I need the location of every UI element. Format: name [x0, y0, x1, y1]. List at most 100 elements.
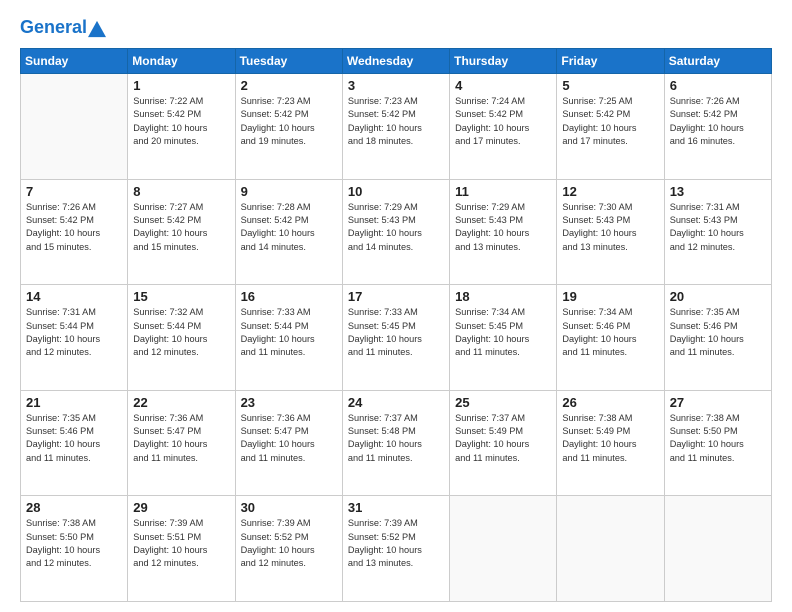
calendar-cell: [664, 496, 771, 602]
day-number: 27: [670, 395, 766, 410]
calendar-cell: 10Sunrise: 7:29 AM Sunset: 5:43 PM Dayli…: [342, 179, 449, 285]
calendar-cell: 7Sunrise: 7:26 AM Sunset: 5:42 PM Daylig…: [21, 179, 128, 285]
day-number: 25: [455, 395, 551, 410]
day-info: Sunrise: 7:38 AM Sunset: 5:50 PM Dayligh…: [670, 412, 766, 465]
calendar-cell: 11 Sunrise: 7:29 AM Sunset: 5:43 PM Dayli…: [450, 179, 557, 285]
day-info: Sunrise: 7:38 AM Sunset: 5:50 PM Dayligh…: [26, 517, 122, 570]
day-number: 22: [133, 395, 229, 410]
day-info: Sunrise: 7:39 AM Sunset: 5:52 PM Dayligh…: [241, 517, 337, 570]
calendar-cell: 17 Sunrise: 7:33 AM Sunset: 5:45 PM Dayli…: [342, 285, 449, 391]
calendar-week-row: 21 Sunrise: 7:35 AM Sunset: 5:46 PM Dayli…: [21, 390, 772, 496]
day-info: Sunrise: 7:32 AM Sunset: 5:44 PM Dayligh…: [133, 306, 229, 359]
calendar-cell: 20 Sunrise: 7:35 AM Sunset: 5:46 PM Dayli…: [664, 285, 771, 391]
day-info: Sunrise: 7:33 AM Sunset: 5:45 PM Dayligh…: [348, 306, 444, 359]
day-number: 15: [133, 289, 229, 304]
calendar-header-row: SundayMondayTuesdayWednesdayThursdayFrid…: [21, 49, 772, 74]
calendar-cell: 8Sunrise: 7:27 AM Sunset: 5:42 PM Daylig…: [128, 179, 235, 285]
calendar-day-header: Tuesday: [235, 49, 342, 74]
day-info: Sunrise: 7:25 AM Sunset: 5:42 PM Dayligh…: [562, 95, 658, 148]
day-number: 24: [348, 395, 444, 410]
day-info: Sunrise: 7:31 AM Sunset: 5:43 PM Dayligh…: [670, 201, 766, 254]
calendar-cell: 22 Sunrise: 7:36 AM Sunset: 5:47 PM Dayli…: [128, 390, 235, 496]
day-info: Sunrise: 7:29 AM Sunset: 5:43 PM Dayligh…: [455, 201, 551, 254]
calendar-day-header: Wednesday: [342, 49, 449, 74]
calendar-cell: [557, 496, 664, 602]
day-number: 11: [455, 184, 551, 199]
day-info: Sunrise: 7:39 AM Sunset: 5:51 PM Dayligh…: [133, 517, 229, 570]
day-info: Sunrise: 7:22 AM Sunset: 5:42 PM Dayligh…: [133, 95, 229, 148]
calendar-cell: 30 Sunrise: 7:39 AM Sunset: 5:52 PM Dayli…: [235, 496, 342, 602]
day-number: 13: [670, 184, 766, 199]
calendar-day-header: Friday: [557, 49, 664, 74]
day-number: 29: [133, 500, 229, 515]
calendar-week-row: 28 Sunrise: 7:38 AM Sunset: 5:50 PM Dayli…: [21, 496, 772, 602]
day-number: 10: [348, 184, 444, 199]
day-number: 19: [562, 289, 658, 304]
calendar-day-header: Thursday: [450, 49, 557, 74]
day-info: Sunrise: 7:27 AM Sunset: 5:42 PM Dayligh…: [133, 201, 229, 254]
calendar-cell: 23 Sunrise: 7:36 AM Sunset: 5:47 PM Dayli…: [235, 390, 342, 496]
day-info: Sunrise: 7:39 AM Sunset: 5:52 PM Dayligh…: [348, 517, 444, 570]
day-info: Sunrise: 7:35 AM Sunset: 5:46 PM Dayligh…: [670, 306, 766, 359]
day-number: 7: [26, 184, 122, 199]
day-info: Sunrise: 7:34 AM Sunset: 5:46 PM Dayligh…: [562, 306, 658, 359]
day-info: Sunrise: 7:28 AM Sunset: 5:42 PM Dayligh…: [241, 201, 337, 254]
day-info: Sunrise: 7:23 AM Sunset: 5:42 PM Dayligh…: [241, 95, 337, 148]
day-info: Sunrise: 7:26 AM Sunset: 5:42 PM Dayligh…: [670, 95, 766, 148]
day-info: Sunrise: 7:37 AM Sunset: 5:49 PM Dayligh…: [455, 412, 551, 465]
day-number: 12: [562, 184, 658, 199]
day-info: Sunrise: 7:36 AM Sunset: 5:47 PM Dayligh…: [241, 412, 337, 465]
day-number: 16: [241, 289, 337, 304]
day-number: 23: [241, 395, 337, 410]
calendar-week-row: 7Sunrise: 7:26 AM Sunset: 5:42 PM Daylig…: [21, 179, 772, 285]
day-info: Sunrise: 7:35 AM Sunset: 5:46 PM Dayligh…: [26, 412, 122, 465]
day-number: 4: [455, 78, 551, 93]
calendar-cell: 6 Sunrise: 7:26 AM Sunset: 5:42 PM Daylig…: [664, 74, 771, 180]
day-info: Sunrise: 7:34 AM Sunset: 5:45 PM Dayligh…: [455, 306, 551, 359]
calendar-week-row: 14Sunrise: 7:31 AM Sunset: 5:44 PM Dayli…: [21, 285, 772, 391]
day-info: Sunrise: 7:23 AM Sunset: 5:42 PM Dayligh…: [348, 95, 444, 148]
day-number: 21: [26, 395, 122, 410]
day-number: 28: [26, 500, 122, 515]
calendar-cell: 2 Sunrise: 7:23 AM Sunset: 5:42 PM Daylig…: [235, 74, 342, 180]
day-number: 17: [348, 289, 444, 304]
calendar-cell: 5Sunrise: 7:25 AM Sunset: 5:42 PM Daylig…: [557, 74, 664, 180]
calendar-day-header: Monday: [128, 49, 235, 74]
calendar-cell: 3 Sunrise: 7:23 AM Sunset: 5:42 PM Daylig…: [342, 74, 449, 180]
day-number: 2: [241, 78, 337, 93]
day-number: 30: [241, 500, 337, 515]
calendar-table: SundayMondayTuesdayWednesdayThursdayFrid…: [20, 48, 772, 602]
calendar-cell: 29 Sunrise: 7:39 AM Sunset: 5:51 PM Dayli…: [128, 496, 235, 602]
calendar-cell: 18Sunrise: 7:34 AM Sunset: 5:45 PM Dayli…: [450, 285, 557, 391]
day-info: Sunrise: 7:37 AM Sunset: 5:48 PM Dayligh…: [348, 412, 444, 465]
day-number: 26: [562, 395, 658, 410]
calendar-cell: 21 Sunrise: 7:35 AM Sunset: 5:46 PM Dayli…: [21, 390, 128, 496]
calendar-cell: 12Sunrise: 7:30 AM Sunset: 5:43 PM Dayli…: [557, 179, 664, 285]
calendar-cell: 31 Sunrise: 7:39 AM Sunset: 5:52 PM Dayli…: [342, 496, 449, 602]
calendar-cell: 25 Sunrise: 7:37 AM Sunset: 5:49 PM Dayli…: [450, 390, 557, 496]
day-number: 3: [348, 78, 444, 93]
calendar-cell: 19 Sunrise: 7:34 AM Sunset: 5:46 PM Dayli…: [557, 285, 664, 391]
calendar-week-row: 1Sunrise: 7:22 AM Sunset: 5:42 PM Daylig…: [21, 74, 772, 180]
calendar-day-header: Saturday: [664, 49, 771, 74]
calendar-cell: 26 Sunrise: 7:38 AM Sunset: 5:49 PM Dayli…: [557, 390, 664, 496]
calendar-cell: 1Sunrise: 7:22 AM Sunset: 5:42 PM Daylig…: [128, 74, 235, 180]
calendar-cell: [450, 496, 557, 602]
calendar-cell: 16 Sunrise: 7:33 AM Sunset: 5:44 PM Dayli…: [235, 285, 342, 391]
calendar-cell: 14Sunrise: 7:31 AM Sunset: 5:44 PM Dayli…: [21, 285, 128, 391]
day-info: Sunrise: 7:38 AM Sunset: 5:49 PM Dayligh…: [562, 412, 658, 465]
calendar-cell: 9Sunrise: 7:28 AM Sunset: 5:42 PM Daylig…: [235, 179, 342, 285]
calendar-cell: 15 Sunrise: 7:32 AM Sunset: 5:44 PM Dayli…: [128, 285, 235, 391]
day-info: Sunrise: 7:36 AM Sunset: 5:47 PM Dayligh…: [133, 412, 229, 465]
logo-icon: [88, 20, 106, 38]
calendar-cell: [21, 74, 128, 180]
day-number: 20: [670, 289, 766, 304]
day-number: 14: [26, 289, 122, 304]
day-number: 31: [348, 500, 444, 515]
calendar-day-header: Sunday: [21, 49, 128, 74]
header: General: [20, 18, 772, 38]
calendar-cell: 28 Sunrise: 7:38 AM Sunset: 5:50 PM Dayli…: [21, 496, 128, 602]
day-number: 6: [670, 78, 766, 93]
day-info: Sunrise: 7:33 AM Sunset: 5:44 PM Dayligh…: [241, 306, 337, 359]
calendar-cell: 24 Sunrise: 7:37 AM Sunset: 5:48 PM Dayli…: [342, 390, 449, 496]
